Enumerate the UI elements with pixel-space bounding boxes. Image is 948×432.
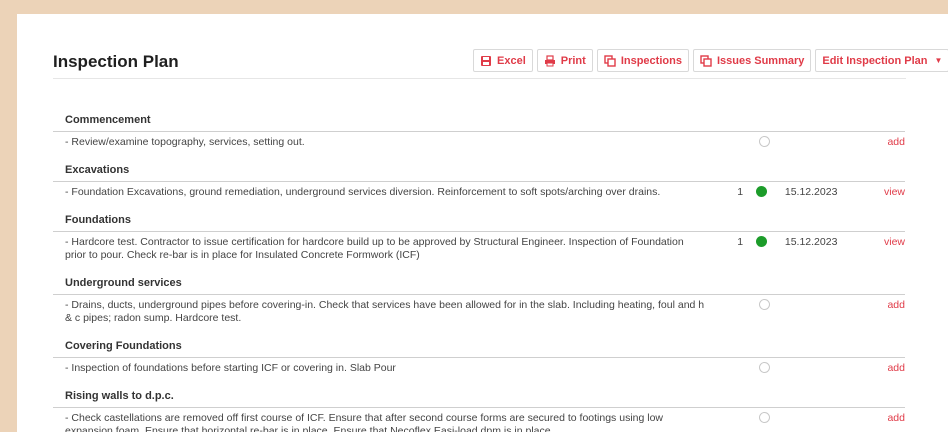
toolbar: Excel Print Inspections Issues Summary E… [473,49,948,72]
print-icon [544,54,556,67]
section-title: Commencement [53,110,905,132]
excel-icon [480,55,492,67]
status-indicator [754,136,776,147]
inspection-date: 15.12.2023 [784,236,838,248]
status-complete-icon [756,186,768,197]
inspection-plan-card: Inspection Plan Excel Print Inspections … [17,14,948,432]
excel-button[interactable]: Excel [473,49,533,72]
view-link[interactable]: view [884,236,905,249]
issues-summary-button[interactable]: Issues Summary [692,49,812,72]
inspection-description: - Inspection of foundations before start… [65,362,396,374]
page-title: Inspection Plan [53,52,179,71]
add-link[interactable]: add [887,412,905,425]
status-complete-icon [756,236,768,247]
inspections-button[interactable]: Inspections [596,49,689,72]
inspection-count: 1 [737,186,744,198]
inspection-description: - Check castellations are removed off fi… [65,412,664,432]
status-indicator [751,236,773,247]
issues-summary-button-label: Issues Summary [716,54,805,67]
print-button-label: Print [560,54,586,67]
inspection-row: - Inspection of foundations before start… [53,358,905,381]
inspection-description: - Review/examine topography, services, s… [65,136,305,148]
inspection-description: - Drains, ducts, underground pipes befor… [65,299,705,324]
inspection-row: - Foundation Excavations, ground remedia… [53,182,905,205]
status-pending-icon [759,136,771,147]
add-link[interactable]: add [887,299,905,312]
inspections-button-label: Inspections [620,54,682,67]
inspection-plan-list: Commencement - Review/examine topography,… [53,110,905,432]
inspection-count: 1 [737,236,744,248]
inspection-row: - Drains, ducts, underground pipes befor… [53,295,905,331]
inspection-description: - Foundation Excavations, ground remedia… [65,186,661,198]
edit-inspection-plan-label: Edit Inspection Plan [822,54,928,67]
status-indicator [754,412,776,423]
status-pending-icon [759,362,771,373]
status-pending-icon [759,412,771,423]
inspection-description: - Hardcore test. Contractor to issue cer… [65,236,684,261]
add-link[interactable]: add [887,136,905,149]
edit-inspection-plan-dropdown[interactable]: Edit Inspection Plan ▼ [815,49,948,72]
print-button[interactable]: Print [536,49,593,72]
status-indicator [751,186,773,197]
copy-icon [700,54,712,67]
inspection-date: 15.12.2023 [784,186,838,198]
section-title: Rising walls to d.p.c. [53,386,905,408]
inspection-row: - Check castellations are removed off fi… [53,408,905,432]
copy-icon [604,54,616,67]
section-title: Excavations [53,160,905,182]
section-title: Foundations [53,210,905,232]
header-divider [53,78,906,79]
status-indicator [754,362,776,373]
status-pending-icon [759,299,771,310]
status-indicator [754,299,776,310]
add-link[interactable]: add [887,362,905,375]
excel-button-label: Excel [497,54,526,67]
view-link[interactable]: view [884,186,905,199]
inspection-row: - Review/examine topography, services, s… [53,132,905,155]
inspection-row: - Hardcore test. Contractor to issue cer… [53,232,905,268]
caret-down-icon: ▼ [934,56,943,65]
section-title: Underground services [53,273,905,295]
section-title: Covering Foundations [53,336,905,358]
